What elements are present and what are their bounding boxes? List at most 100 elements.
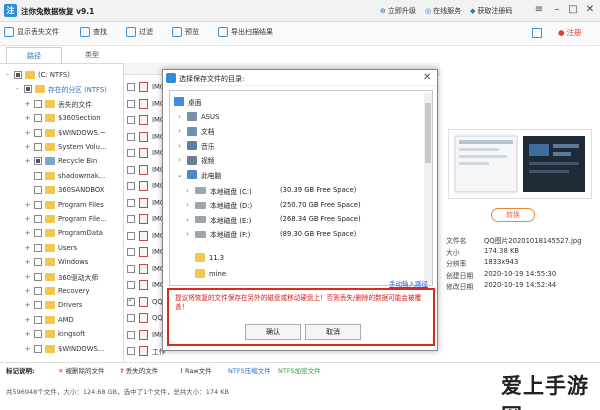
tree-checkbox[interactable]: [34, 243, 42, 252]
expand-toggle-icon[interactable]: +: [24, 316, 31, 324]
close-icon[interactable]: ✕: [583, 3, 597, 17]
show-lost-files-button[interactable]: 显示丢失文件: [4, 27, 59, 37]
tree-item[interactable]: + Users: [24, 241, 77, 255]
tree-checkbox[interactable]: [34, 287, 42, 295]
expand-toggle-icon[interactable]: ›: [176, 113, 183, 121]
tree-checkbox[interactable]: [34, 258, 42, 267]
tree-checkbox[interactable]: [34, 344, 42, 353]
directory-item[interactable]: › ASUS: [176, 110, 219, 123]
file-checkbox[interactable]: [127, 231, 135, 240]
expand-toggle-icon[interactable]: +: [24, 330, 31, 338]
preview-button[interactable]: 预览: [172, 27, 199, 37]
file-checkbox[interactable]: [127, 248, 135, 256]
expand-toggle-icon[interactable]: +: [24, 258, 31, 266]
folder-item[interactable]: 11.3: [184, 251, 224, 264]
folder-item[interactable]: mine: [184, 267, 226, 280]
tree-item[interactable]: + kingsoft: [24, 327, 85, 341]
expand-toggle-icon[interactable]: +: [24, 273, 31, 281]
tree-checkbox[interactable]: [34, 114, 42, 123]
expand-toggle-icon[interactable]: ›: [176, 156, 183, 164]
expand-toggle-icon[interactable]: +: [24, 201, 31, 209]
drive-item[interactable]: › 本地磁盘 (C:): [184, 184, 252, 197]
tree-item[interactable]: 360SANDBOX: [24, 183, 105, 197]
tree-checkbox[interactable]: [34, 200, 42, 209]
tree-checkbox[interactable]: [34, 171, 42, 180]
export-results-button[interactable]: 导出扫描结果: [218, 27, 273, 37]
file-checkbox[interactable]: [127, 83, 135, 91]
tree-item[interactable]: + $WINDOWS...: [24, 342, 104, 356]
tree-checkbox[interactable]: [14, 71, 22, 79]
file-checkbox[interactable]: [127, 165, 135, 174]
tree-item[interactable]: + System Volu...: [24, 140, 106, 154]
directory-scrollbar[interactable]: [424, 93, 432, 283]
tree-checkbox[interactable]: [34, 330, 42, 339]
manual-path-link[interactable]: 手动输入路径: [389, 278, 428, 288]
tree-item[interactable]: + AMD: [24, 313, 74, 327]
file-checkbox[interactable]: [127, 182, 135, 190]
file-checkbox[interactable]: [127, 264, 135, 273]
tree-item[interactable]: + Windows: [24, 255, 88, 269]
tree-checkbox[interactable]: [34, 143, 42, 151]
filter-button[interactable]: 过滤: [126, 27, 153, 37]
file-checkbox[interactable]: [127, 215, 135, 223]
tree-checkbox[interactable]: [34, 272, 42, 281]
drive-item[interactable]: › 本地磁盘 (E:): [184, 213, 251, 226]
cancel-button[interactable]: 取消: [305, 324, 361, 340]
file-checkbox[interactable]: [127, 99, 135, 108]
expand-toggle-icon[interactable]: ›: [176, 142, 183, 150]
expand-toggle-icon[interactable]: +: [24, 157, 31, 165]
file-checkbox[interactable]: [127, 330, 135, 339]
directory-item[interactable]: ⌄ 此电脑: [176, 168, 221, 181]
tree-item[interactable]: + ProgramData: [24, 226, 103, 240]
drive-item[interactable]: › 本地磁盘 (F:): [184, 228, 250, 241]
tree-item[interactable]: + Recycle Bin: [24, 154, 97, 168]
dialog-close-icon[interactable]: ✕: [423, 72, 431, 83]
file-checkbox[interactable]: [127, 296, 135, 306]
expand-toggle-icon[interactable]: -: [4, 71, 11, 79]
expand-toggle-icon[interactable]: +: [24, 215, 31, 223]
tree-item[interactable]: + $WINDOWS.~: [24, 126, 106, 140]
tree-item[interactable]: shadowmak...: [24, 169, 105, 183]
tree-checkbox[interactable]: [34, 215, 42, 223]
file-checkbox[interactable]: [127, 347, 135, 355]
tree-item[interactable]: +360驱动大师: [24, 270, 98, 284]
scrollbar-thumb[interactable]: [425, 103, 431, 163]
file-checkbox[interactable]: [127, 132, 135, 141]
minimize-icon[interactable]: –: [550, 3, 564, 17]
file-checkbox[interactable]: [127, 116, 135, 124]
expand-toggle-icon[interactable]: +: [24, 129, 31, 137]
expand-toggle-icon[interactable]: +: [24, 287, 31, 295]
online-service-link[interactable]: ◎ 在线服务: [425, 6, 461, 16]
file-checkbox[interactable]: [127, 149, 135, 157]
file-checkbox[interactable]: [127, 198, 135, 207]
tree-checkbox[interactable]: [34, 229, 42, 238]
upgrade-link[interactable]: ⊕ 立即升级: [380, 6, 416, 16]
share-icon[interactable]: [532, 28, 542, 38]
directory-item-desktop[interactable]: 桌面: [174, 95, 202, 108]
register-button[interactable]: ● 注册: [558, 27, 582, 38]
expand-toggle-icon[interactable]: ⌄: [176, 171, 183, 179]
menu-icon[interactable]: ≡: [532, 3, 546, 17]
tree-checkbox[interactable]: [34, 157, 42, 166]
maximize-icon[interactable]: □: [566, 3, 580, 17]
tab-type[interactable]: 类型: [64, 47, 120, 63]
tree-item[interactable]: + Program Files: [24, 198, 104, 212]
tree-checkbox[interactable]: [34, 186, 42, 195]
directory-item[interactable]: › 视频: [176, 154, 215, 167]
drive-item[interactable]: › 本地磁盘 (D:): [184, 199, 252, 212]
file-checkbox[interactable]: [127, 281, 135, 289]
file-checkbox[interactable]: [127, 314, 135, 322]
tab-path[interactable]: 路径: [6, 47, 62, 63]
tree-checkbox[interactable]: [34, 301, 42, 310]
directory-item[interactable]: › 文档: [176, 125, 215, 138]
tree-checkbox[interactable]: [24, 85, 32, 94]
expand-toggle-icon[interactable]: ›: [184, 187, 191, 195]
tree-item[interactable]: + $360Section: [24, 111, 101, 125]
expand-toggle-icon[interactable]: +: [24, 143, 31, 151]
get-code-link[interactable]: ◆ 获取注册码: [470, 6, 512, 16]
tree-checkbox[interactable]: [34, 315, 42, 324]
expand-toggle-icon[interactable]: +: [24, 114, 31, 122]
tree-checkbox[interactable]: [34, 99, 42, 108]
tree-item[interactable]: + Program File...: [24, 212, 107, 226]
tree-item[interactable]: - (C: NTFS): [4, 68, 70, 82]
